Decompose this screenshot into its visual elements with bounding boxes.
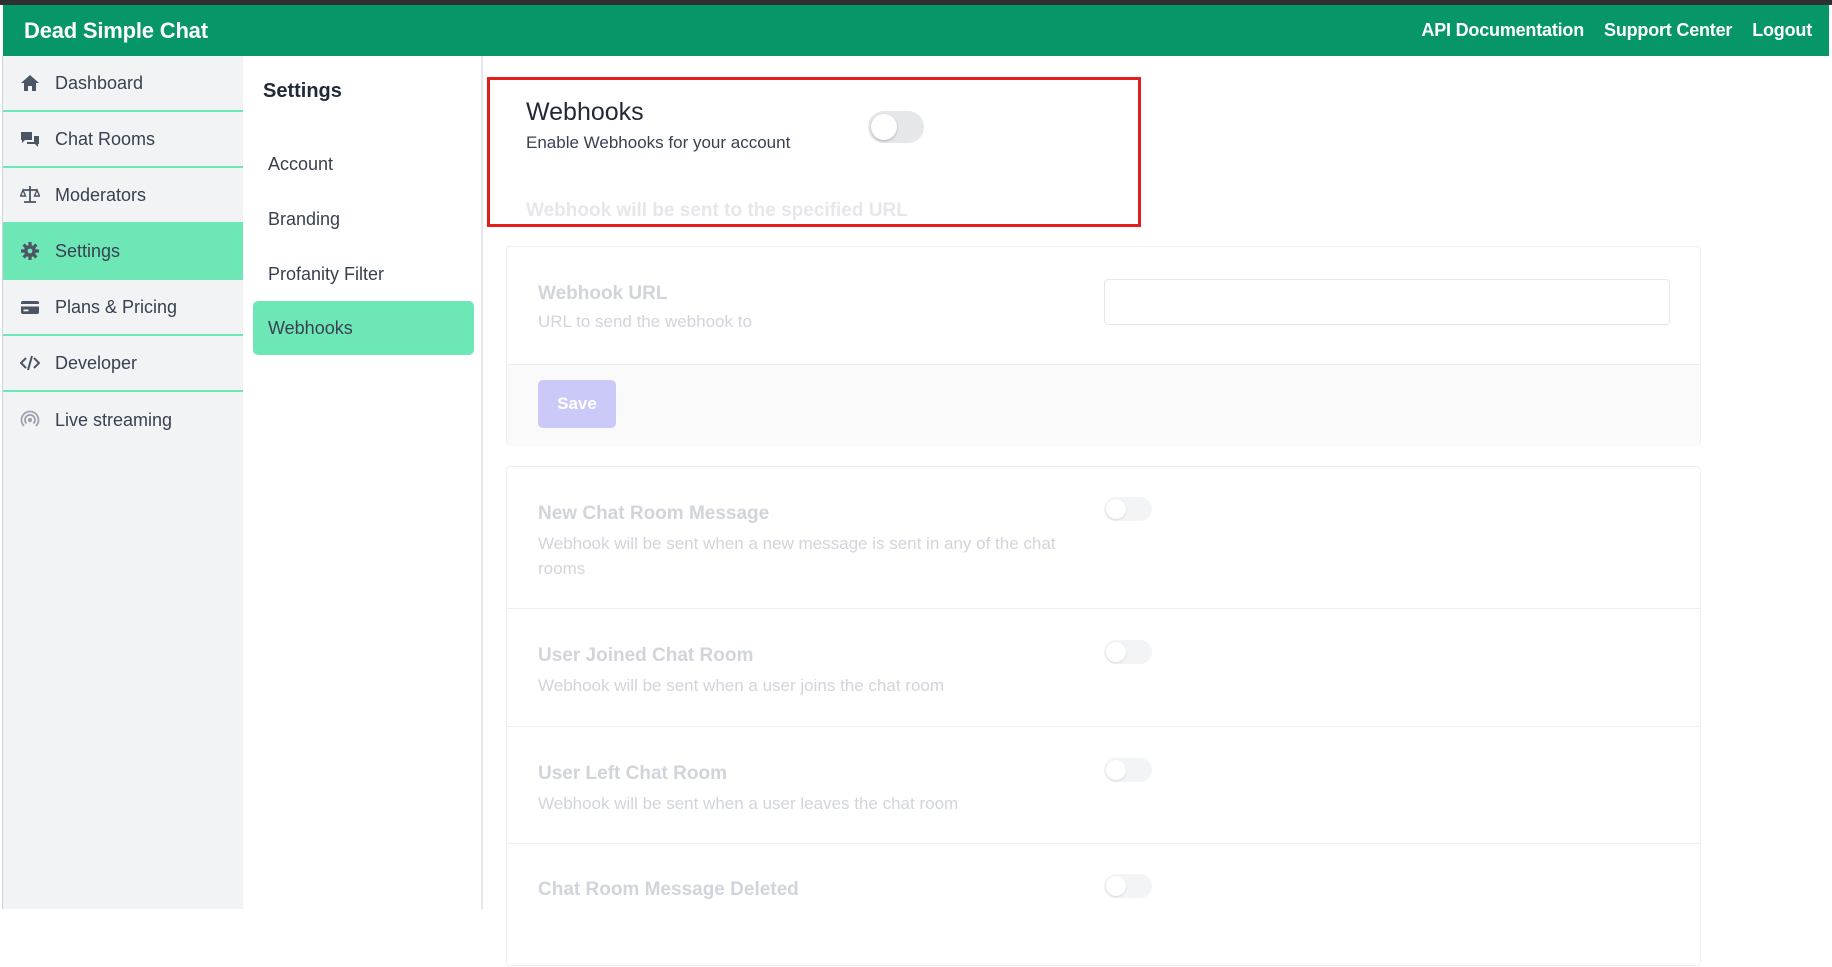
webhook-url-card-footer: Save (507, 364, 1700, 446)
toggle-knob (1106, 499, 1126, 519)
settings-nav-account[interactable]: Account (253, 137, 474, 191)
event-row-user-joined: User Joined Chat Room Webhook will be se… (507, 609, 1700, 727)
settings-nav-branding[interactable]: Branding (253, 192, 474, 246)
webhook-events-card: New Chat Room Message Webhook will be se… (506, 466, 1701, 966)
toggle-knob (1106, 642, 1126, 662)
sidebar-item-live-streaming[interactable]: Live streaming (3, 392, 243, 448)
chat-bubbles-icon (19, 128, 41, 150)
webhook-url-input[interactable] (1104, 279, 1670, 325)
event-title: Chat Room Message Deleted (538, 879, 799, 900)
settings-nav-webhooks[interactable]: Webhooks (253, 301, 474, 355)
broadcast-icon (19, 409, 41, 431)
logout-link[interactable]: Logout (1752, 20, 1812, 41)
main-sidebar: Dashboard Chat Rooms Moderators Settings… (3, 56, 243, 909)
brand-logo-text[interactable]: Dead Simple Chat (24, 18, 208, 44)
webhooks-panel: Webhooks Enable Webhooks for your accoun… (483, 56, 1832, 966)
webhook-url-label: Webhook URL (538, 283, 668, 304)
sidebar-item-developer[interactable]: Developer (3, 336, 243, 392)
credit-card-icon (19, 296, 41, 318)
user-left-toggle[interactable] (1104, 758, 1152, 782)
event-title: User Joined Chat Room (538, 645, 754, 666)
sidebar-item-label: Chat Rooms (55, 128, 156, 149)
event-row-user-left: User Left Chat Room Webhook will be sent… (507, 727, 1700, 844)
save-button[interactable]: Save (538, 380, 616, 428)
event-row-new-chat-room-message: New Chat Room Message Webhook will be se… (507, 467, 1700, 609)
sidebar-item-moderators[interactable]: Moderators (3, 168, 243, 224)
sidebar-item-label: Live streaming (55, 409, 173, 430)
sidebar-item-label: Moderators (55, 184, 147, 205)
settings-title: Settings (263, 80, 342, 102)
event-row-message-deleted: Chat Room Message Deleted (507, 844, 1700, 967)
sidebar-item-settings[interactable]: Settings (3, 224, 243, 280)
sidebar-item-chat-rooms[interactable]: Chat Rooms (3, 112, 243, 168)
message-deleted-toggle[interactable] (1104, 874, 1152, 898)
support-center-link[interactable]: Support Center (1604, 20, 1732, 41)
home-icon (19, 72, 41, 94)
event-title: New Chat Room Message (538, 503, 770, 524)
settings-nav-profanity-filter[interactable]: Profanity Filter (253, 247, 474, 301)
sidebar-item-dashboard[interactable]: Dashboard (3, 56, 243, 112)
sidebar-item-plans-pricing[interactable]: Plans & Pricing (3, 280, 243, 336)
sidebar-item-label: Settings (55, 240, 121, 261)
api-documentation-link[interactable]: API Documentation (1421, 20, 1584, 41)
top-navbar: Dead Simple Chat API Documentation Suppo… (3, 5, 1829, 56)
event-description: Webhook will be sent when a user joins t… (538, 676, 945, 695)
code-icon (19, 352, 41, 374)
sidebar-item-label: Plans & Pricing (55, 296, 178, 317)
toggle-knob (1106, 876, 1126, 896)
webhook-url-card: Webhook URL URL to send the webhook to S… (506, 246, 1701, 446)
settings-subnav: Settings Account Branding Profanity Filt… (243, 56, 483, 909)
sidebar-item-label: Dashboard (55, 72, 144, 93)
new-message-toggle[interactable] (1104, 497, 1152, 521)
gear-icon (19, 240, 41, 262)
highlight-box (487, 77, 1141, 227)
user-joined-toggle[interactable] (1104, 640, 1152, 664)
event-description: Webhook will be sent when a new message … (538, 534, 1056, 578)
webhook-url-description: URL to send the webhook to (538, 312, 752, 331)
event-title: User Left Chat Room (538, 763, 727, 784)
toggle-knob (1106, 760, 1126, 780)
event-description: Webhook will be sent when a user leaves … (538, 794, 959, 813)
scale-icon (19, 184, 41, 206)
sidebar-item-label: Developer (55, 352, 138, 373)
header-links: API Documentation Support Center Logout (1421, 20, 1812, 41)
